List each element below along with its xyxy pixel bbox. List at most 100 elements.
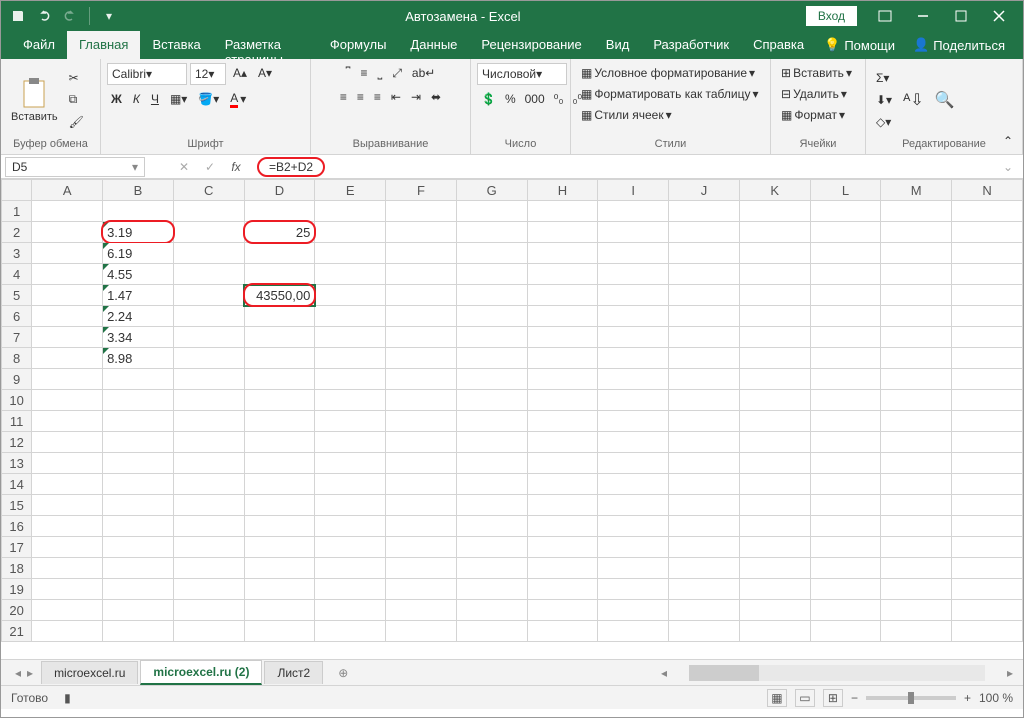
cell-H12[interactable]	[527, 432, 598, 453]
col-header-F[interactable]: F	[386, 180, 457, 201]
cell-A8[interactable]	[32, 348, 103, 369]
cell-N11[interactable]	[952, 411, 1023, 432]
sheet-tab-2[interactable]: microexcel.ru (2)	[140, 660, 262, 685]
cell-K10[interactable]	[739, 390, 810, 411]
row-header-11[interactable]: 11	[2, 411, 32, 432]
row-header-3[interactable]: 3	[2, 243, 32, 264]
cell-G7[interactable]	[456, 327, 527, 348]
cell-M18[interactable]	[881, 558, 952, 579]
cell-G11[interactable]	[456, 411, 527, 432]
cell-A18[interactable]	[32, 558, 103, 579]
hscroll-track[interactable]	[689, 665, 985, 681]
cell-J4[interactable]	[669, 264, 740, 285]
row-header-10[interactable]: 10	[2, 390, 32, 411]
format-cells-button[interactable]: ▦ Формат▾	[777, 105, 859, 125]
row-header-15[interactable]: 15	[2, 495, 32, 516]
cell-A13[interactable]	[32, 453, 103, 474]
cell-J20[interactable]	[669, 600, 740, 621]
decrease-indent-icon[interactable]: ⇤	[387, 87, 405, 107]
cell-C19[interactable]	[173, 579, 244, 600]
merge-icon[interactable]: ⬌	[427, 87, 445, 107]
cell-C6[interactable]	[173, 306, 244, 327]
cell-C12[interactable]	[173, 432, 244, 453]
row-header-9[interactable]: 9	[2, 369, 32, 390]
cell-I2[interactable]	[598, 222, 669, 243]
cell-D7[interactable]	[244, 327, 315, 348]
cell-I17[interactable]	[598, 537, 669, 558]
cell-F15[interactable]	[386, 495, 457, 516]
fill-icon[interactable]: ⬇▾	[872, 90, 896, 110]
cell-C14[interactable]	[173, 474, 244, 495]
cell-L17[interactable]	[810, 537, 881, 558]
cell-I20[interactable]	[598, 600, 669, 621]
cell-F18[interactable]	[386, 558, 457, 579]
cell-J5[interactable]	[669, 285, 740, 306]
find-select-icon[interactable]: 🔍	[931, 90, 959, 110]
cell-K2[interactable]	[739, 222, 810, 243]
cell-L19[interactable]	[810, 579, 881, 600]
cell-D21[interactable]	[244, 621, 315, 642]
cell-H18[interactable]	[527, 558, 598, 579]
cell-B18[interactable]	[103, 558, 174, 579]
cell-C13[interactable]	[173, 453, 244, 474]
cell-G4[interactable]	[456, 264, 527, 285]
cell-D6[interactable]	[244, 306, 315, 327]
cell-A5[interactable]	[32, 285, 103, 306]
cell-F9[interactable]	[386, 369, 457, 390]
cell-B9[interactable]	[103, 369, 174, 390]
cancel-formula-icon[interactable]: ✕	[173, 157, 195, 177]
cell-D11[interactable]	[244, 411, 315, 432]
cell-J3[interactable]	[669, 243, 740, 264]
cell-D19[interactable]	[244, 579, 315, 600]
col-header-C[interactable]: C	[173, 180, 244, 201]
cell-A1[interactable]	[32, 201, 103, 222]
cell-I7[interactable]	[598, 327, 669, 348]
macro-record-icon[interactable]: ▮	[64, 691, 71, 705]
cell-F6[interactable]	[386, 306, 457, 327]
add-sheet-icon[interactable]: ⊕	[331, 661, 355, 685]
cell-B14[interactable]	[103, 474, 174, 495]
cell-F12[interactable]	[386, 432, 457, 453]
cell-A15[interactable]	[32, 495, 103, 516]
font-name-combo[interactable]: Calibri▾	[107, 63, 187, 85]
format-as-table-button[interactable]: ▦ Форматировать как таблицу▾	[577, 84, 764, 104]
cell-E6[interactable]	[315, 306, 386, 327]
cell-N16[interactable]	[952, 516, 1023, 537]
cell-D5[interactable]: 43550,00	[244, 285, 315, 306]
cell-K21[interactable]	[739, 621, 810, 642]
align-top-icon[interactable]: ⎴	[342, 63, 355, 83]
cell-I10[interactable]	[598, 390, 669, 411]
cell-A12[interactable]	[32, 432, 103, 453]
cell-A20[interactable]	[32, 600, 103, 621]
cell-F17[interactable]	[386, 537, 457, 558]
cell-K6[interactable]	[739, 306, 810, 327]
cell-H13[interactable]	[527, 453, 598, 474]
tab-formulas[interactable]: Формулы	[318, 31, 399, 59]
cell-I12[interactable]	[598, 432, 669, 453]
select-all-corner[interactable]	[2, 180, 32, 201]
col-header-G[interactable]: G	[456, 180, 527, 201]
cell-F11[interactable]	[386, 411, 457, 432]
cell-K9[interactable]	[739, 369, 810, 390]
cell-D3[interactable]	[244, 243, 315, 264]
underline-button[interactable]: Ч	[147, 89, 163, 109]
tab-file[interactable]: Файл	[11, 31, 67, 59]
col-header-B[interactable]: B	[103, 180, 174, 201]
cell-A10[interactable]	[32, 390, 103, 411]
cell-J8[interactable]	[669, 348, 740, 369]
increase-indent-icon[interactable]: ⇥	[407, 87, 425, 107]
cell-F20[interactable]	[386, 600, 457, 621]
cell-L4[interactable]	[810, 264, 881, 285]
cell-C20[interactable]	[173, 600, 244, 621]
row-header-14[interactable]: 14	[2, 474, 32, 495]
cell-M1[interactable]	[881, 201, 952, 222]
minimize-icon[interactable]	[905, 4, 941, 28]
maximize-icon[interactable]	[943, 4, 979, 28]
cell-A9[interactable]	[32, 369, 103, 390]
cell-D10[interactable]	[244, 390, 315, 411]
cell-G18[interactable]	[456, 558, 527, 579]
row-header-20[interactable]: 20	[2, 600, 32, 621]
col-header-A[interactable]: A	[32, 180, 103, 201]
cell-J16[interactable]	[669, 516, 740, 537]
cell-M15[interactable]	[881, 495, 952, 516]
